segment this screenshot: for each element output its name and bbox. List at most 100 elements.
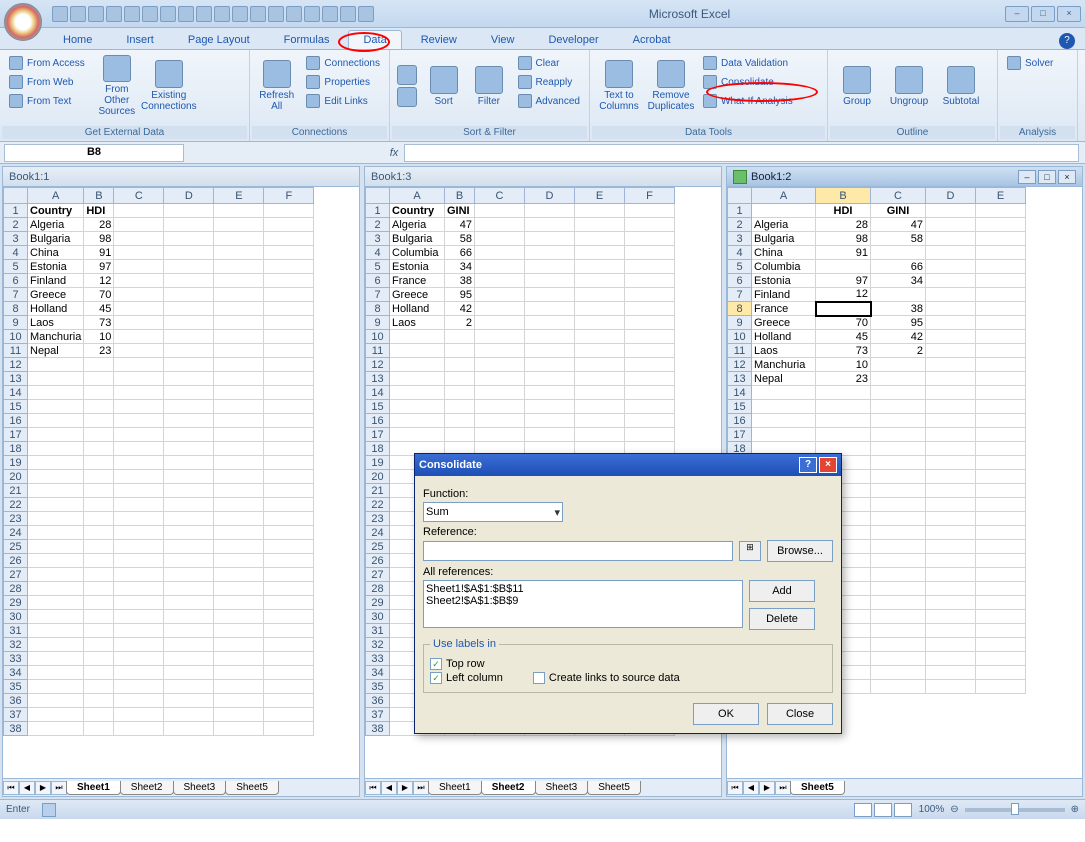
cell[interactable] [214, 400, 264, 414]
cell[interactable] [164, 246, 214, 260]
cell[interactable] [84, 372, 114, 386]
clear-button[interactable]: Clear [513, 54, 585, 72]
cell[interactable]: HDI [816, 204, 871, 218]
column-header[interactable]: E [214, 188, 264, 204]
cell[interactable]: Laos [28, 316, 84, 330]
cell[interactable]: Country [390, 204, 445, 218]
cell[interactable] [625, 372, 675, 386]
cell[interactable] [445, 358, 475, 372]
cell[interactable] [264, 218, 314, 232]
cell[interactable] [28, 414, 84, 428]
row-header[interactable]: 7 [366, 288, 390, 302]
cell[interactable]: Greece [390, 288, 445, 302]
cell[interactable] [28, 372, 84, 386]
sheet-nav-prev[interactable]: ◀ [743, 781, 759, 795]
cell[interactable] [264, 708, 314, 722]
cell[interactable] [114, 638, 164, 652]
cell[interactable] [164, 652, 214, 666]
sheet-tab[interactable]: Sheet1 [428, 781, 482, 795]
filter-button[interactable]: Filter [467, 54, 510, 118]
cell[interactable] [164, 386, 214, 400]
sheet-tab[interactable]: Sheet2 [481, 781, 536, 795]
row-header[interactable]: 26 [4, 554, 28, 568]
cell[interactable] [976, 372, 1026, 386]
cell[interactable] [84, 456, 114, 470]
cell[interactable]: 23 [84, 344, 114, 358]
row-header[interactable]: 4 [4, 246, 28, 260]
column-header[interactable]: B [445, 188, 475, 204]
cell[interactable] [28, 708, 84, 722]
row-header[interactable]: 4 [366, 246, 390, 260]
cell[interactable] [84, 400, 114, 414]
cell[interactable] [114, 596, 164, 610]
qat-btn[interactable] [142, 6, 158, 22]
cell[interactable] [214, 218, 264, 232]
cell[interactable] [976, 680, 1026, 694]
cell[interactable] [871, 596, 926, 610]
cell[interactable] [445, 330, 475, 344]
row-header[interactable]: 36 [366, 694, 390, 708]
cell[interactable] [926, 512, 976, 526]
cell[interactable] [114, 204, 164, 218]
cell[interactable] [114, 652, 164, 666]
cell[interactable] [28, 680, 84, 694]
row-header[interactable]: 18 [4, 442, 28, 456]
cell[interactable] [525, 218, 575, 232]
row-header[interactable]: 28 [4, 582, 28, 596]
subtotal-button[interactable]: Subtotal [936, 54, 986, 118]
column-header[interactable]: A [390, 188, 445, 204]
sheet-nav-next[interactable]: ▶ [397, 781, 413, 795]
cell[interactable] [28, 582, 84, 596]
column-header[interactable]: C [871, 188, 926, 204]
row-header[interactable]: 17 [4, 428, 28, 442]
cell[interactable] [926, 568, 976, 582]
cell[interactable] [214, 288, 264, 302]
cell[interactable] [926, 386, 976, 400]
cell[interactable] [28, 400, 84, 414]
cell[interactable]: Bulgaria [28, 232, 84, 246]
cell[interactable] [264, 582, 314, 596]
cell[interactable] [164, 526, 214, 540]
dialog-help-button[interactable]: ? [799, 457, 817, 473]
cell[interactable] [871, 498, 926, 512]
row-header[interactable]: 22 [366, 498, 390, 512]
qat-btn[interactable] [106, 6, 122, 22]
cell[interactable]: Manchuria [752, 358, 816, 372]
cell[interactable] [84, 540, 114, 554]
name-box[interactable]: B8 [4, 144, 184, 162]
row-header[interactable]: 32 [4, 638, 28, 652]
sheet-nav-first[interactable]: ⏮ [3, 781, 19, 795]
row-header[interactable]: 12 [728, 358, 752, 372]
cell[interactable] [625, 246, 675, 260]
cell[interactable] [976, 260, 1026, 274]
cell[interactable] [264, 358, 314, 372]
row-header[interactable]: 9 [728, 316, 752, 330]
cell[interactable] [264, 400, 314, 414]
cell[interactable] [816, 302, 871, 316]
cell[interactable] [84, 652, 114, 666]
cell[interactable]: 34 [445, 260, 475, 274]
row-header[interactable]: 13 [366, 372, 390, 386]
cell[interactable]: France [752, 302, 816, 316]
cell[interactable] [114, 498, 164, 512]
cell[interactable] [752, 400, 816, 414]
cell[interactable] [752, 204, 816, 218]
cell[interactable] [214, 330, 264, 344]
group-button[interactable]: Group [832, 54, 882, 118]
cell[interactable] [976, 484, 1026, 498]
cell[interactable] [28, 638, 84, 652]
cell[interactable] [525, 274, 575, 288]
cell[interactable] [575, 316, 625, 330]
cell[interactable] [264, 722, 314, 736]
cell[interactable] [214, 624, 264, 638]
cell[interactable] [926, 470, 976, 484]
cell[interactable] [976, 568, 1026, 582]
cell[interactable] [926, 302, 976, 316]
left-column-checkbox[interactable]: ✓ [430, 672, 442, 684]
cell[interactable]: Laos [390, 316, 445, 330]
qat-btn[interactable] [322, 6, 338, 22]
cell[interactable] [976, 414, 1026, 428]
row-header[interactable]: 8 [366, 302, 390, 316]
cell[interactable] [114, 624, 164, 638]
cell[interactable] [575, 344, 625, 358]
